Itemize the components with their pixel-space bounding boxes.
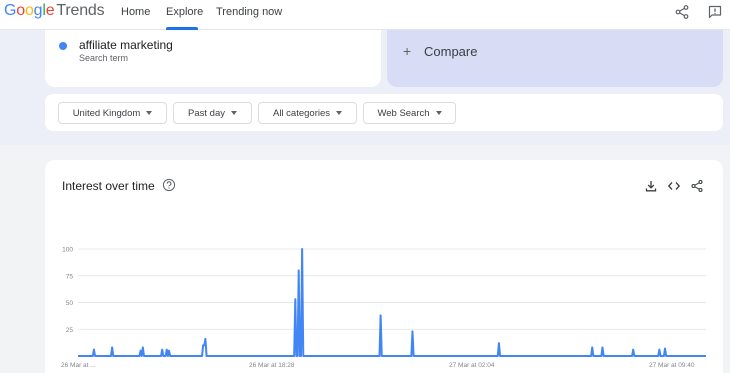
feedback-icon[interactable] xyxy=(707,4,723,20)
x-tick-label: 26 Mar at 18:28 xyxy=(249,362,295,369)
category-dropdown-label: All categories xyxy=(272,107,331,119)
search-term-type: Search term xyxy=(79,53,129,63)
google-trends-logo[interactable]: Google Trends xyxy=(4,2,105,20)
caret-down-icon xyxy=(230,111,237,115)
plus-icon: + xyxy=(403,43,412,59)
nav-home[interactable]: Home xyxy=(121,6,150,18)
interest-over-time-card: Interest over time 25 50 75 100 26 Mar at ..… xyxy=(45,160,723,373)
filters-bar: United Kingdom Past day All categories W… xyxy=(45,94,723,131)
x-tick-label: 26 Mar at ... xyxy=(61,362,96,369)
interest-line-chart[interactable]: 25 50 75 100 26 Mar at ... 26 Mar at 18:28 27 … xyxy=(45,160,723,373)
search-type-dropdown-label: Web Search xyxy=(377,107,430,119)
search-type-dropdown[interactable]: Web Search xyxy=(363,102,456,124)
caret-down-icon xyxy=(146,111,153,115)
logo-trends-text: Trends xyxy=(56,2,105,19)
term-color-dot xyxy=(59,42,67,50)
caret-down-icon xyxy=(336,111,343,115)
logo-google-text: Google xyxy=(4,2,55,19)
compare-label: Compare xyxy=(424,44,478,59)
search-term-card[interactable]: affiliate marketing Search term xyxy=(45,30,381,87)
region-dropdown[interactable]: United Kingdom xyxy=(58,102,167,124)
y-tick-label: 25 xyxy=(66,327,74,334)
x-tick-label: 27 Mar at 02:04 xyxy=(449,362,495,369)
y-tick-label: 75 xyxy=(66,273,74,280)
y-tick-label: 100 xyxy=(62,247,73,254)
search-term-text[interactable]: affiliate marketing xyxy=(79,38,173,52)
share-icon[interactable] xyxy=(674,4,690,20)
time-range-dropdown[interactable]: Past day xyxy=(173,102,252,124)
y-tick-label: 50 xyxy=(66,300,74,307)
caret-down-icon xyxy=(435,111,442,115)
compare-button[interactable]: + Compare xyxy=(387,30,723,87)
top-app-bar: Google Trends Home Explore Trending now xyxy=(0,0,730,30)
region-dropdown-label: United Kingdom xyxy=(72,107,141,119)
time-range-dropdown-label: Past day xyxy=(188,107,225,119)
x-tick-label: 27 Mar at 09:40 xyxy=(649,362,695,369)
category-dropdown[interactable]: All categories xyxy=(258,102,357,124)
nav-trending-now[interactable]: Trending now xyxy=(216,6,282,18)
nav-explore[interactable]: Explore xyxy=(166,6,203,18)
